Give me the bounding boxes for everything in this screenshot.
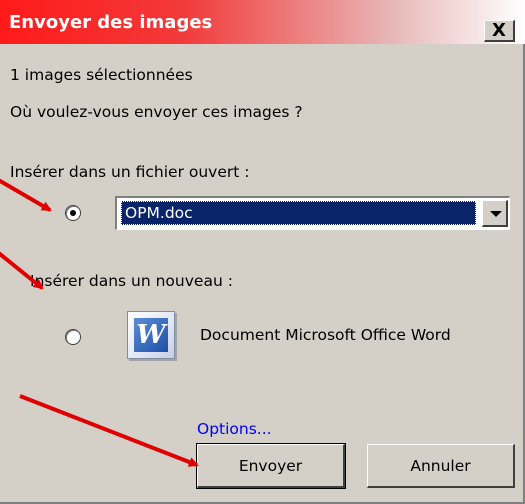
destination-question: Où voulez-vous envoyer ces images ? [10,103,303,121]
open-file-dropdown[interactable]: OPM.doc [115,196,510,230]
options-link[interactable]: Options... [197,420,272,438]
open-file-selected-value: OPM.doc [121,201,476,225]
cancel-button[interactable]: Annuler [367,444,515,488]
close-icon: X [492,19,506,41]
new-document-label: Insérer dans un nouveau : [30,272,233,290]
selected-count-text: 1 images sélectionnées [10,66,193,84]
radio-selected-dot [70,210,76,216]
cancel-button-label: Annuler [410,456,471,475]
dropdown-button[interactable] [482,200,508,227]
send-images-dialog: Envoyer des images X 1 images sélectionn… [0,0,525,504]
open-file-label: Insérer dans un fichier ouvert : [10,163,250,181]
send-button-label: Envoyer [238,456,303,475]
word-logo-letter: W [134,318,168,352]
new-document-app-name: Document Microsoft Office Word [200,326,451,344]
close-button[interactable]: X [484,20,515,42]
radio-open-file[interactable] [65,205,81,221]
send-button[interactable]: Envoyer [196,443,346,489]
title-bar: Envoyer des images X [0,0,525,44]
radio-new-document[interactable] [65,329,81,345]
chevron-down-icon [490,211,502,217]
word-document-icon: W [127,311,175,359]
window-title: Envoyer des images [9,12,213,33]
